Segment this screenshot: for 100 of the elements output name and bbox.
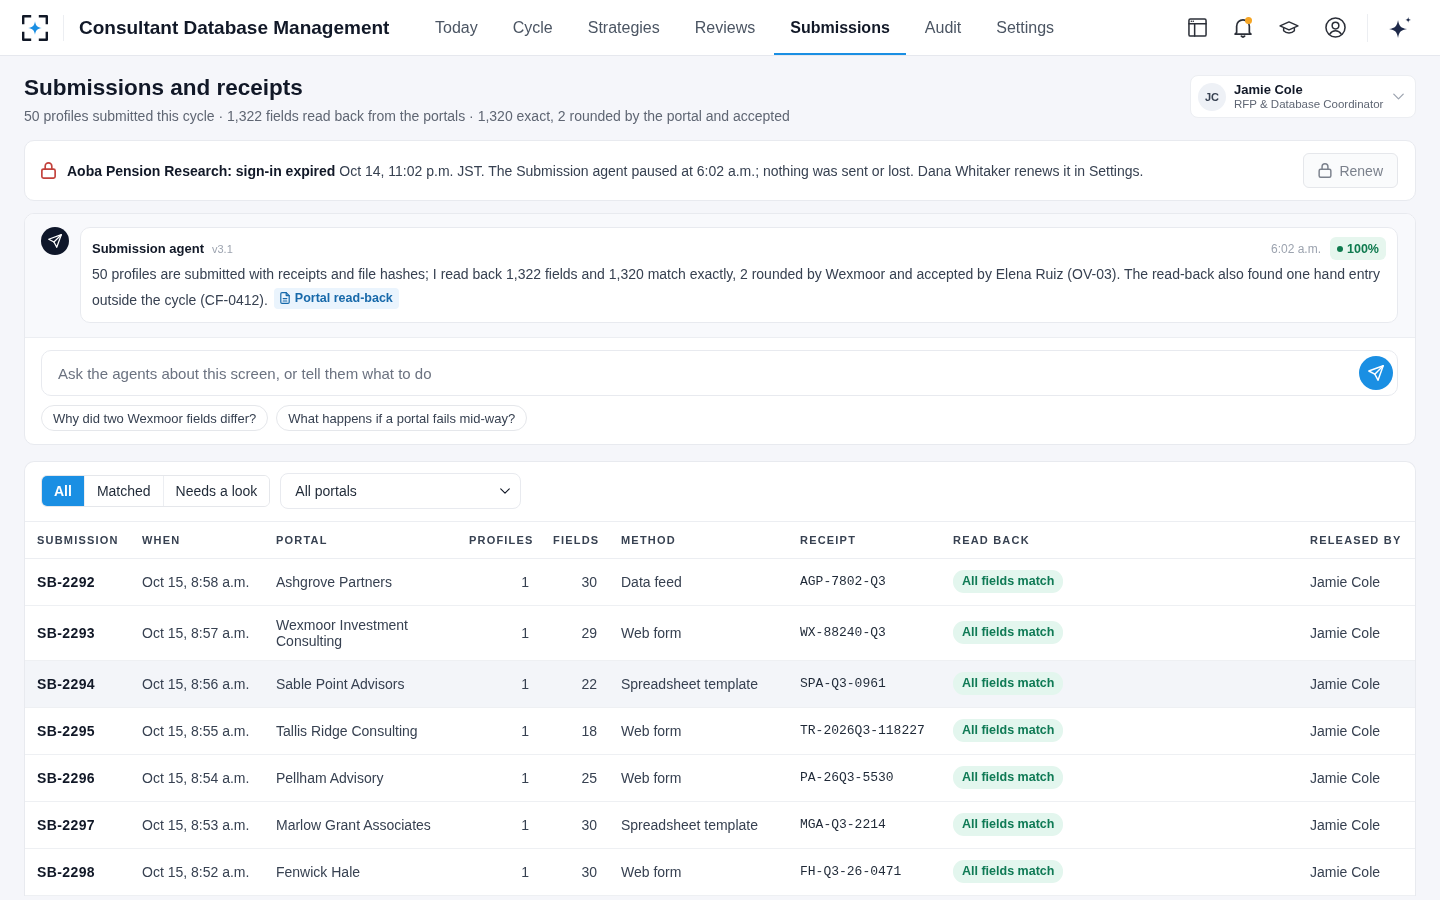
method-cell: Spreadsheet template xyxy=(609,801,788,848)
status-badge: All fields match xyxy=(953,813,1064,836)
released-by-cell: Jamie Cole xyxy=(1298,605,1415,660)
column-header: PORTAL xyxy=(264,522,457,558)
column-header: WHEN xyxy=(130,522,264,558)
receipt-cell: MGA-Q3-2214 xyxy=(788,801,941,848)
column-header: FIELDS xyxy=(541,522,609,558)
released-by-cell: Jamie Cole xyxy=(1298,848,1415,895)
submission-cell: SB-2292 xyxy=(25,558,130,605)
source-link[interactable]: Portal read-back xyxy=(273,287,399,309)
fields-cell: 22 xyxy=(541,660,609,707)
column-header: READ BACK xyxy=(941,522,1298,558)
status-badge: All fields match xyxy=(953,621,1064,644)
date-cell: Oct 15, 8:58 a.m. xyxy=(130,558,264,605)
nav-tab[interactable]: Strategies xyxy=(571,0,676,55)
logo-icon xyxy=(22,14,48,41)
status-badge: All fields match xyxy=(953,719,1064,742)
graduation-cap-icon xyxy=(1279,21,1299,34)
fields-cell: 30 xyxy=(541,558,609,605)
profiles-cell: 1 xyxy=(457,754,541,801)
agent-name: Submission agent xyxy=(92,241,204,256)
method-cell: Web form xyxy=(609,754,788,801)
avatar: JC xyxy=(1198,82,1226,111)
suggestion-chip[interactable]: Why did two Wexmoor fields differ? xyxy=(41,405,269,431)
receipt-cell: AGP-7802-Q3 xyxy=(788,558,941,605)
method-cell: Data feed xyxy=(609,558,788,605)
profiles-cell: 1 xyxy=(457,707,541,754)
receipt-cell: WX-88240-Q3 xyxy=(788,605,941,660)
portal-cell: Tallis Ridge Consulting xyxy=(264,707,457,754)
alert-message: Aoba Pension Research: sign-in expired Oct 14, 11:02 p.m. JST. The Submission agent paused at 6:02 a.m.; nothing was sent or lost. Dana Whitaker renews it in Settings. xyxy=(67,162,1144,179)
portal-cell: Fenwick Hale xyxy=(264,848,457,895)
date-cell: Oct 15, 8:54 a.m. xyxy=(130,754,264,801)
lock-icon xyxy=(1318,163,1333,178)
nav-tab[interactable]: Cycle xyxy=(496,0,569,55)
profiles-cell: 1 xyxy=(457,605,541,660)
status-badge: All fields match xyxy=(953,766,1064,789)
confidence-value: 100% xyxy=(1347,241,1379,256)
column-header: PROFILES xyxy=(457,522,541,558)
column-header: RELEASED BY xyxy=(1298,522,1415,558)
fields-cell: 25 xyxy=(541,754,609,801)
profiles-cell: 1 xyxy=(457,660,541,707)
released-by-cell: Jamie Cole xyxy=(1298,707,1415,754)
submission-cell: SB-2297 xyxy=(25,801,130,848)
submission-cell: SB-2295 xyxy=(25,707,130,754)
user-circle-icon xyxy=(1324,17,1346,38)
submission-cell: SB-2293 xyxy=(25,605,130,660)
status-dot-icon xyxy=(1337,245,1343,252)
fields-cell: 30 xyxy=(541,848,609,895)
receipt-cell: FH-Q3-26-0471 xyxy=(788,848,941,895)
nav-tab[interactable]: Settings xyxy=(980,0,1071,55)
nav-tab[interactable]: Submissions xyxy=(774,0,906,55)
user-role: RFP & Database Coordinator xyxy=(1234,97,1384,111)
chat-input[interactable]: Ask the agents about this screen, or tell them what to do xyxy=(41,350,1398,396)
receipt-cell: TR-2026Q3-118227 xyxy=(788,707,941,754)
nav-tab[interactable]: Audit xyxy=(908,0,978,55)
lock-icon xyxy=(41,162,56,179)
status-badge: All fields match xyxy=(953,860,1064,883)
nav-tab[interactable]: Today xyxy=(419,0,494,55)
portal-cell: Marlow Grant Associates xyxy=(264,801,457,848)
bell-icon xyxy=(1234,17,1252,38)
date-cell: Oct 15, 8:55 a.m. xyxy=(130,707,264,754)
date-cell: Oct 15, 8:52 a.m. xyxy=(130,848,264,895)
profiles-cell: 1 xyxy=(457,801,541,848)
portal-cell: Pellham Advisory xyxy=(264,754,457,801)
profiles-cell: 1 xyxy=(457,558,541,605)
sparkle-icon xyxy=(1389,17,1411,38)
column-header: METHOD xyxy=(609,522,788,558)
filter-tab[interactable]: Needs a look xyxy=(162,476,270,506)
portal-cell: Ashgrove Partners xyxy=(264,558,457,605)
method-cell: Spreadsheet template xyxy=(609,660,788,707)
user-menu[interactable]: JC Jamie Cole RFP & Database Coordinator xyxy=(1190,75,1416,118)
submission-cell: SB-2298 xyxy=(25,848,130,895)
method-cell: Web form xyxy=(609,707,788,754)
date-cell: Oct 15, 8:53 a.m. xyxy=(130,801,264,848)
page-title: Submissions and receipts xyxy=(24,74,304,102)
column-header: RECEIPT xyxy=(788,522,941,558)
layout-icon xyxy=(1187,18,1207,37)
suggestion-chip[interactable]: What happens if a portal fails mid-way? xyxy=(276,405,528,431)
receipt-cell: PA-26Q3-5530 xyxy=(788,754,941,801)
fields-cell: 30 xyxy=(541,801,609,848)
column-header: SUBMISSION xyxy=(25,522,130,558)
released-by-cell: Jamie Cole xyxy=(1298,660,1415,707)
status-badge: All fields match xyxy=(953,672,1064,695)
nav-tab[interactable]: Reviews xyxy=(678,0,772,55)
paper-plane-icon xyxy=(1368,365,1384,381)
portal-dropdown[interactable]: All portals xyxy=(280,473,522,509)
agent-message: 50 profiles are submitted with receipts and file hashes; I read back 1,322 fields and 1,320 match exactly, 2 rounded by Wexmoor and accepted by Elena Ruiz (OV-03). The read-back also found one hand entry outside the cycle (CF-0412). Portal read-back xyxy=(92,265,1381,311)
document-icon xyxy=(279,292,290,304)
chevron-down-icon xyxy=(500,488,511,494)
submission-cell: SB-2296 xyxy=(25,754,130,801)
date-cell: Oct 15, 8:56 a.m. xyxy=(130,660,264,707)
chevron-down-icon xyxy=(1393,93,1404,100)
method-cell: Web form xyxy=(609,848,788,895)
submission-cell: SB-2294 xyxy=(25,660,130,707)
paper-plane-icon xyxy=(48,234,62,248)
message-time: 6:02 a.m. xyxy=(1271,241,1321,256)
agent-version: v3.1 xyxy=(211,242,233,255)
user-name: Jamie Cole xyxy=(1234,82,1304,97)
method-cell: Web form xyxy=(609,605,788,660)
app-title: Consultant Database Management xyxy=(79,16,390,39)
